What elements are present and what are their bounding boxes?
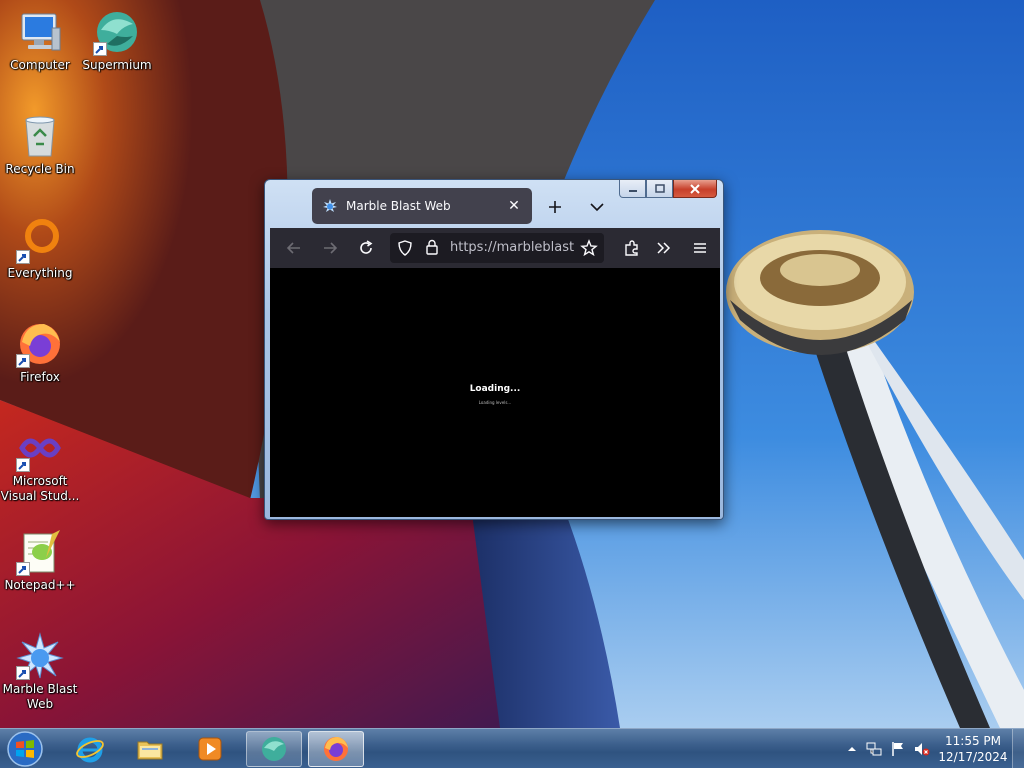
desktop-icon-marble-blast[interactable]: Marble Blast Web <box>0 632 80 712</box>
file-explorer-icon <box>137 741 163 760</box>
marble-blast-favicon-icon <box>323 199 337 212</box>
page-content[interactable]: Loading... Loading levels... <box>270 268 720 517</box>
shortcut-arrow-icon <box>16 562 30 576</box>
desktop-icon-label: Marble Blast Web <box>2 682 78 711</box>
show-desktop-button[interactable] <box>1012 729 1024 768</box>
double-chevron-right-icon <box>657 242 671 254</box>
hamburger-menu-icon <box>694 243 706 253</box>
reload-icon <box>360 240 373 254</box>
action-center-flag-icon[interactable] <box>890 741 906 757</box>
firefox-icon <box>16 320 64 368</box>
navigation-toolbar: https://marbleblast.vani.ga <box>270 228 720 268</box>
desktop-icon-label: Firefox <box>20 370 60 384</box>
arrow-left-icon <box>286 242 300 254</box>
shortcut-arrow-icon <box>16 354 30 368</box>
media-player-icon <box>198 737 222 761</box>
loading-text: Loading... <box>469 384 521 394</box>
desktop-icon-label: Notepad++ <box>4 578 76 592</box>
app-menu-button[interactable] <box>688 236 712 260</box>
windows-orb-icon <box>7 731 43 767</box>
taskbar-internet-explorer[interactable] <box>62 731 118 767</box>
new-tab-button[interactable] <box>544 196 566 218</box>
taskbar-supermium[interactable] <box>246 731 302 767</box>
overflow-menu-button[interactable] <box>652 236 676 260</box>
show-hidden-icons-icon[interactable] <box>844 741 860 757</box>
url-bar[interactable]: https://marbleblast.vani.ga <box>390 233 604 263</box>
arrow-right-icon <box>324 242 338 254</box>
extensions-button[interactable] <box>620 236 644 260</box>
clock-date: 12/17/2024 <box>938 750 1008 764</box>
desktop-icon-label: Recycle Bin <box>5 162 75 176</box>
desktop-icon-label: Computer <box>10 58 70 72</box>
notepadpp-icon <box>16 528 64 576</box>
shortcut-arrow-icon <box>16 458 30 472</box>
desktop-icon-label: Supermium <box>82 58 152 72</box>
puzzle-icon <box>625 240 638 256</box>
shield-icon <box>398 240 412 256</box>
forward-button[interactable] <box>318 236 342 260</box>
back-button[interactable] <box>282 236 306 260</box>
desktop-icon-notepadpp[interactable]: Notepad++ <box>0 528 80 593</box>
network-icon[interactable] <box>866 741 882 757</box>
shortcut-arrow-icon <box>93 42 107 56</box>
desktop-icon-everything[interactable]: Everything <box>0 216 80 281</box>
desktop-icon-computer[interactable]: Computer <box>0 8 80 73</box>
bookmark-star-icon[interactable] <box>580 239 598 257</box>
supermium-icon <box>262 737 286 761</box>
desktop-icon-recycle-bin[interactable]: Recycle Bin <box>0 112 80 177</box>
chevron-down-icon <box>590 203 604 212</box>
desktop-icon-firefox[interactable]: Firefox <box>0 320 80 385</box>
marble-blast-icon <box>16 632 64 680</box>
tab-close-button[interactable]: ✕ <box>506 198 522 214</box>
clock[interactable]: 11:55 PM 12/17/2024 <box>936 733 1010 765</box>
desktop-icon-visual-studio[interactable]: Microsoft Visual Stud... <box>0 424 80 504</box>
volume-muted-icon[interactable] <box>914 741 930 757</box>
everything-icon <box>16 216 64 264</box>
recycle-bin-icon <box>16 112 64 160</box>
list-all-tabs-button[interactable] <box>586 196 608 218</box>
tab-strip: Marble Blast Web ✕ <box>270 186 720 228</box>
tab-marble-blast-web[interactable]: Marble Blast Web ✕ <box>312 188 532 224</box>
browser-window[interactable]: Marble Blast Web ✕ https://marbleblast.v… <box>264 179 724 520</box>
tab-title: Marble Blast Web <box>346 199 451 213</box>
desktop-icon-label: Everything <box>7 266 73 280</box>
system-tray <box>840 729 940 768</box>
taskbar: 11:55 PM 12/17/2024 <box>0 728 1024 768</box>
shortcut-arrow-icon <box>16 250 30 264</box>
taskbar-media-player[interactable] <box>182 731 238 767</box>
desktop-icon-supermium[interactable]: Supermium <box>77 8 157 73</box>
loading-subtext: Loading levels... <box>478 400 512 405</box>
shortcut-arrow-icon <box>16 666 30 680</box>
reload-button[interactable] <box>354 236 378 260</box>
visual-studio-icon <box>16 424 64 472</box>
taskbar-firefox[interactable] <box>308 731 364 767</box>
firefox-icon <box>324 737 348 761</box>
internet-explorer-icon <box>76 737 104 763</box>
taskbar-file-explorer[interactable] <box>122 731 178 767</box>
computer-icon <box>16 8 64 56</box>
desktop-icon-label: Microsoft Visual Stud... <box>0 474 80 503</box>
plus-icon <box>549 201 561 213</box>
start-button[interactable] <box>5 730 45 768</box>
supermium-icon <box>93 8 141 56</box>
clock-time: 11:55 PM <box>945 734 1001 748</box>
lock-icon <box>426 239 438 255</box>
